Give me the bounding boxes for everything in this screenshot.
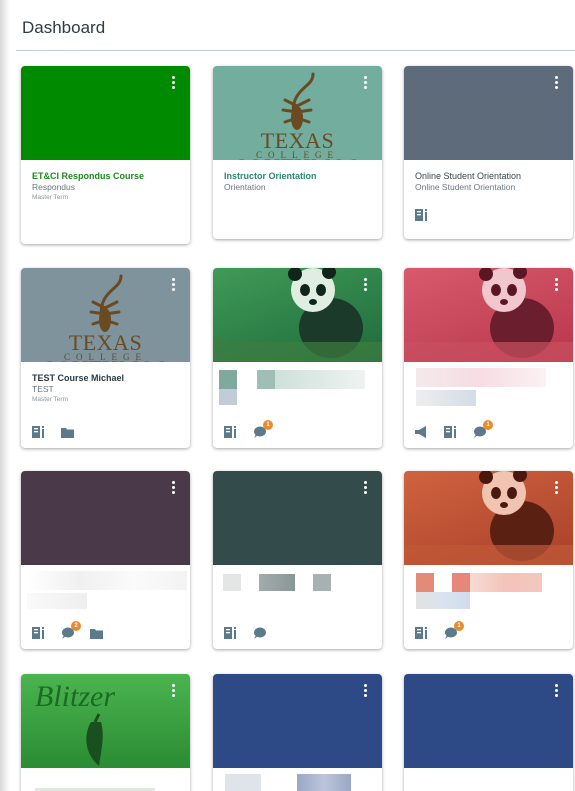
course-card-hero[interactable]: [21, 66, 190, 160]
unread-count-badge: 1: [483, 420, 493, 430]
blurred-text: [219, 389, 237, 405]
files-folder-icon[interactable]: [61, 426, 74, 438]
discussions-icon[interactable]: 2: [61, 621, 81, 639]
card-options-icon[interactable]: [172, 76, 176, 91]
course-card[interactable]: [213, 471, 382, 649]
card-options-icon[interactable]: [364, 684, 368, 699]
assignments-icon[interactable]: [415, 627, 428, 639]
blurred-text: [313, 574, 331, 591]
blurred-text: [416, 573, 434, 592]
course-card[interactable]: ET&CI Respondus Course Respondus Master …: [21, 66, 190, 244]
course-card-hero[interactable]: [404, 471, 573, 565]
course-title[interactable]: TEST Course Michael: [32, 372, 179, 384]
card-options-icon[interactable]: [172, 278, 176, 293]
unread-count-badge: 2: [71, 621, 81, 631]
page-title: Dashboard: [22, 18, 106, 37]
course-card-hero[interactable]: [404, 66, 573, 160]
blurred-text: [27, 571, 187, 590]
college-logo-subtext: COLLEGE: [64, 352, 147, 362]
course-card[interactable]: [213, 674, 382, 791]
chili-pepper-image: [86, 713, 103, 766]
blurred-text: [416, 390, 476, 406]
assignments-icon[interactable]: [32, 426, 45, 438]
blurred-text: [416, 592, 470, 609]
assignments-icon[interactable]: [224, 426, 237, 438]
course-code: Online Student Orientation: [415, 182, 516, 192]
blurred-text: [470, 573, 542, 592]
blurred-text: [297, 774, 351, 791]
card-options-icon[interactable]: [172, 684, 176, 699]
card-options-icon[interactable]: [364, 76, 368, 91]
course-card[interactable]: TEXAS SOUTHMOS COLLEGE TEST Course Micha…: [21, 268, 190, 448]
course-card[interactable]: 1: [404, 268, 573, 448]
blurred-text: [275, 370, 365, 389]
announcements-icon[interactable]: [415, 426, 428, 438]
blurred-text: [259, 574, 295, 591]
course-title[interactable]: Online Student Orientation: [415, 170, 562, 182]
course-card-hero[interactable]: [213, 268, 382, 362]
assignments-icon[interactable]: [444, 426, 457, 438]
course-card-hero[interactable]: Blitzer: [21, 674, 190, 768]
dashboard-page: Dashboard ET&CI Respondus Course Respond…: [0, 0, 575, 791]
header-divider: [16, 50, 575, 51]
course-card[interactable]: 1: [404, 471, 573, 649]
course-term: Master Term: [32, 396, 68, 403]
assignments-icon[interactable]: [224, 627, 237, 639]
course-card[interactable]: [404, 674, 573, 791]
card-options-icon[interactable]: [364, 278, 368, 293]
course-card[interactable]: TEXAS SOUTHMOS COLLEGE Instructor Orient…: [213, 66, 382, 239]
card-options-icon[interactable]: [364, 481, 368, 496]
course-card-hero[interactable]: [213, 471, 382, 565]
panda-image: [404, 471, 573, 565]
files-folder-icon[interactable]: [90, 627, 103, 639]
panda-image: [213, 268, 382, 362]
blurred-text: [452, 573, 470, 592]
blurred-text: [257, 370, 275, 389]
card-options-icon[interactable]: [172, 481, 176, 496]
course-card[interactable]: Blitzer: [21, 674, 190, 791]
card-options-icon[interactable]: [555, 76, 559, 91]
card-options-icon[interactable]: [555, 481, 559, 496]
course-code: TEST: [32, 384, 54, 394]
course-title[interactable]: Instructor Orientation: [224, 170, 371, 182]
unread-count-badge: 1: [454, 621, 464, 631]
discussions-icon[interactable]: 1: [253, 420, 273, 438]
course-card[interactable]: 1: [213, 268, 382, 448]
discussions-icon[interactable]: 1: [473, 420, 493, 438]
course-card-hero[interactable]: [21, 471, 190, 565]
assignments-icon[interactable]: [415, 209, 428, 221]
course-card[interactable]: Online Student Orientation Online Studen…: [404, 66, 573, 239]
discussions-icon[interactable]: 1: [444, 621, 464, 639]
card-options-icon[interactable]: [555, 684, 559, 699]
assignments-icon[interactable]: [32, 627, 45, 639]
blurred-text: [416, 368, 546, 387]
course-title[interactable]: ET&CI Respondus Course: [32, 170, 179, 182]
course-card-hero[interactable]: [404, 268, 573, 362]
course-card-hero[interactable]: TEXAS SOUTHMOS COLLEGE: [213, 66, 382, 160]
blurred-text: [225, 774, 261, 791]
course-code: Respondus: [32, 182, 76, 192]
course-code: Orientation: [224, 182, 266, 192]
discussions-icon[interactable]: [253, 627, 266, 639]
college-logo-subtext: COLLEGE: [256, 150, 339, 160]
course-term: Master Term: [32, 194, 68, 201]
panda-image: [404, 268, 573, 362]
blurred-text: [223, 574, 241, 591]
course-card-hero[interactable]: [213, 674, 382, 768]
blurred-text: [219, 370, 237, 389]
course-card-hero[interactable]: [404, 674, 573, 768]
course-card[interactable]: 2: [21, 471, 190, 649]
blurred-text: [27, 593, 87, 609]
course-card-hero[interactable]: TEXAS SOUTHMOS COLLEGE: [21, 268, 190, 362]
unread-count-badge: 1: [263, 420, 273, 430]
card-options-icon[interactable]: [555, 278, 559, 293]
